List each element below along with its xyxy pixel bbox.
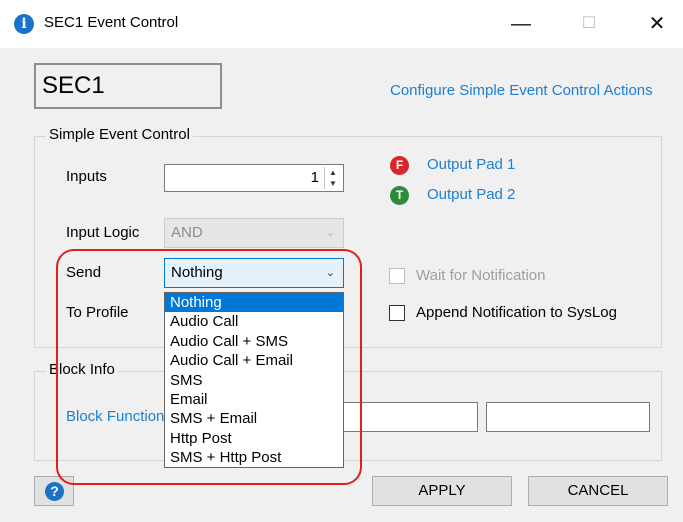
send-option[interactable]: SMS + Http Post <box>165 448 343 467</box>
help-icon: ? <box>45 482 64 501</box>
output-pad-1-link[interactable]: Output Pad 1 <box>427 156 515 173</box>
block-name-field[interactable]: SEC1 <box>34 63 222 109</box>
send-option[interactable]: SMS + Email <box>165 409 343 428</box>
configure-actions-link[interactable]: Configure Simple Event Control Actions <box>390 82 653 99</box>
send-option[interactable]: Email <box>165 390 343 409</box>
chevron-down-icon[interactable]: ⌄ <box>326 259 335 287</box>
block-info-label: Block Info <box>46 361 118 378</box>
window-title: SEC1 Event Control <box>44 14 179 31</box>
inputs-value: 1 <box>310 169 319 186</box>
send-value: Nothing <box>171 264 223 281</box>
apply-button[interactable]: APPLY <box>372 476 512 506</box>
event-control-window: i SEC1 Event Control — ☐ ✕ SEC1 Configur… <box>0 0 683 522</box>
stepper-down-icon[interactable]: ▼ <box>325 178 341 189</box>
title-bar: i SEC1 Event Control — ☐ ✕ <box>0 0 683 48</box>
send-option[interactable]: Audio Call <box>165 312 343 331</box>
append-syslog-checkbox[interactable] <box>389 305 405 321</box>
maximize-button[interactable]: ☐ <box>566 8 612 40</box>
help-button[interactable]: ? <box>34 476 74 506</box>
send-option[interactable]: SMS <box>165 371 343 390</box>
chevron-down-icon: ⌄ <box>325 227 335 239</box>
block-function-link[interactable]: Block Function <box>66 408 164 425</box>
send-options-list[interactable]: Nothing Audio Call Audio Call + SMS Audi… <box>164 292 344 468</box>
input-logic-label: Input Logic <box>66 224 140 241</box>
to-profile-label: To Profile <box>66 304 129 321</box>
send-select[interactable]: Nothing ⌄ <box>164 258 344 288</box>
wait-notification-label: Wait for Notification <box>416 267 546 284</box>
block-info-field-2[interactable] <box>486 402 650 432</box>
send-option[interactable]: Audio Call + Email <box>165 351 343 370</box>
send-option[interactable]: Audio Call + SMS <box>165 332 343 351</box>
wait-notification-checkbox[interactable] <box>389 268 405 284</box>
inputs-label: Inputs <box>66 168 107 185</box>
input-logic-value: AND <box>171 224 203 241</box>
output-pad-2-link[interactable]: Output Pad 2 <box>427 186 515 203</box>
inputs-stepper[interactable]: 1 ▲ ▼ <box>164 164 344 192</box>
stepper-up-icon[interactable]: ▲ <box>325 167 341 178</box>
simple-event-control-label: Simple Event Control <box>46 126 193 143</box>
append-syslog-label: Append Notification to SysLog <box>416 304 617 321</box>
false-pad-icon: F <box>390 156 409 175</box>
send-option[interactable]: Http Post <box>165 429 343 448</box>
stepper-arrows[interactable]: ▲ ▼ <box>324 167 341 189</box>
info-icon: i <box>14 14 34 34</box>
cancel-button[interactable]: CANCEL <box>528 476 668 506</box>
send-option[interactable]: Nothing <box>165 293 343 313</box>
input-logic-select: AND ⌄ <box>164 218 344 248</box>
true-pad-icon: T <box>390 186 409 205</box>
minimize-button[interactable]: — <box>498 8 544 40</box>
close-button[interactable]: ✕ <box>634 8 680 40</box>
send-label: Send <box>66 264 102 281</box>
